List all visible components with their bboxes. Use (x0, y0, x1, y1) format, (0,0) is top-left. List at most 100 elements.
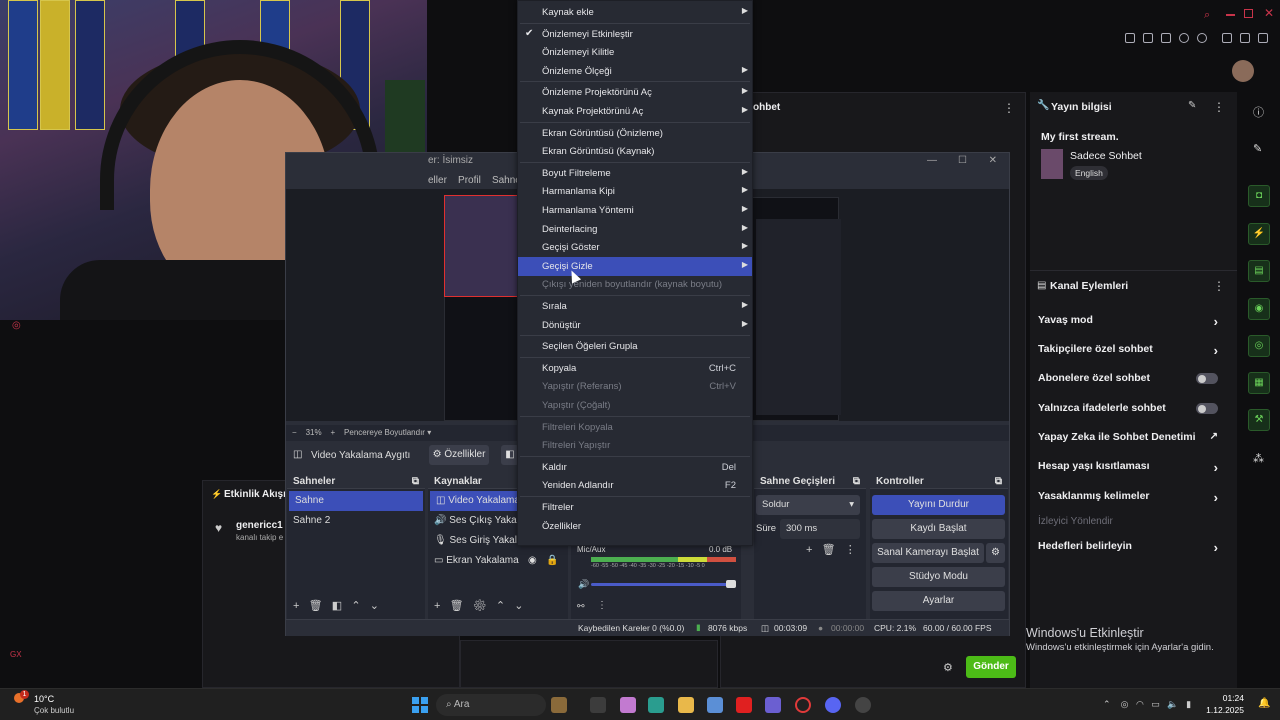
speaker-icon[interactable]: 🔈 (1167, 699, 1178, 709)
channel-action-followers[interactable]: Takipçilere özel sohbet › (1038, 343, 1228, 358)
link-icon[interactable]: ⚯ (577, 601, 585, 612)
play-icon[interactable] (1179, 33, 1189, 43)
context-menu-item[interactable]: ✔ Önizlemeyi Etkinleştir (518, 25, 752, 44)
lightning-icon[interactable]: ⚡ (1248, 223, 1270, 245)
add-icon[interactable]: + (293, 600, 299, 612)
context-menu-item[interactable]: Boyut Filtreleme ▶ (518, 164, 752, 183)
category-name[interactable]: Sadece Sohbet (1070, 150, 1142, 162)
shield-icon[interactable] (1161, 33, 1171, 43)
add-icon[interactable]: + (434, 600, 440, 612)
download-icon[interactable] (1240, 33, 1250, 43)
gx-icon[interactable]: GX (10, 650, 22, 659)
opera-icon[interactable] (795, 697, 811, 713)
more-icon[interactable]: ⋮ (1213, 279, 1225, 293)
store-icon[interactable] (707, 697, 723, 713)
zoom-out-button[interactable]: − (292, 428, 297, 437)
transition-select[interactable]: Soldur ▾ (756, 495, 860, 515)
weather-desc[interactable]: Çok bulutlu (34, 706, 74, 715)
close-icon[interactable]: ✕ (1264, 6, 1274, 20)
scene-item[interactable]: Sahne 2 (287, 511, 425, 531)
chat-icon[interactable]: ◉ (1248, 298, 1270, 320)
zoom-in-button[interactable]: + (330, 428, 335, 437)
context-menu-item[interactable]: Kopyala Ctrl+C (518, 359, 752, 378)
channel-action-banned-words[interactable]: Yasaklanmış kelimeler › (1038, 490, 1228, 505)
mod-tool-icon[interactable]: ◘ (1248, 185, 1270, 207)
bookmark-icon[interactable] (1125, 33, 1135, 43)
avatar[interactable] (1232, 60, 1254, 82)
close-icon[interactable]: ✕ (989, 155, 997, 166)
battery-icon[interactable]: ▮ (1186, 699, 1191, 709)
menu-item[interactable]: eller (428, 175, 447, 186)
search-icon[interactable]: ⌕ (1204, 9, 1210, 22)
fit-window-label[interactable]: Pencereye Boyutlandır (344, 428, 425, 437)
teams-icon[interactable] (765, 697, 781, 713)
maximize-icon[interactable] (1244, 9, 1253, 18)
pencil-icon[interactable]: ✎ (1253, 142, 1262, 155)
context-menu-item[interactable]: Yeniden Adlandır F2 (518, 476, 752, 495)
wrench-icon[interactable]: ⚒ (1248, 409, 1270, 431)
collection-icon[interactable] (1143, 33, 1153, 43)
more-icon[interactable]: ⋮ (1003, 101, 1015, 115)
start-button[interactable] (412, 697, 428, 713)
category-thumbnail[interactable] (1041, 149, 1063, 179)
source-item[interactable]: ▭ Ekran Yakalama ◉ 🔒 (428, 551, 568, 571)
weather-temp[interactable]: 10°C (34, 694, 54, 704)
more-icon[interactable]: ⋮ (597, 600, 607, 611)
widget-icon[interactable] (551, 697, 567, 713)
dock-options-icon[interactable]: ⧉ (995, 476, 1002, 487)
volume-slider[interactable] (591, 583, 736, 586)
send-button[interactable]: Gönder (966, 656, 1016, 678)
info-icon[interactable]: ⓘ (1253, 104, 1264, 120)
channel-action-slow-mode[interactable]: Yavaş mod › (1038, 314, 1228, 329)
context-menu-item[interactable]: Önizleme Projektörünü Aç ▶ (518, 83, 752, 102)
more-icon[interactable]: ⋮ (1213, 100, 1225, 114)
trash-icon[interactable]: 🗑 (822, 544, 836, 556)
stop-stream-button[interactable]: Yayını Durdur (872, 495, 1005, 515)
context-menu-item[interactable]: Harmanlama Yöntemi ▶ (518, 201, 752, 220)
context-menu-item[interactable]: Özellikler (518, 517, 752, 536)
eye-icon[interactable]: ◉ (528, 555, 537, 566)
network-icon[interactable]: ▭ (1151, 699, 1160, 709)
add-icon[interactable]: + (806, 544, 812, 556)
notification-icon[interactable]: 🔔 (1258, 698, 1270, 709)
context-menu-item[interactable]: Geçişi Göster ▶ (518, 238, 752, 257)
minimize-icon[interactable] (1226, 14, 1235, 16)
down-icon[interactable]: ⌄ (514, 600, 523, 612)
search-box[interactable]: ⌕ Ara (436, 694, 546, 716)
discord-icon[interactable] (825, 697, 841, 713)
context-menu-item[interactable]: Ekran Görüntüsü (Kaynak) (518, 142, 752, 161)
settings-button[interactable]: Ayarlar (872, 591, 1005, 611)
scene-item[interactable]: Sahne (289, 491, 423, 511)
file-explorer-icon[interactable] (678, 697, 694, 713)
minimize-icon[interactable]: — (927, 155, 937, 166)
stack-icon[interactable]: ▦ (1248, 372, 1270, 394)
up-icon[interactable]: ⌃ (496, 600, 505, 612)
more-icon[interactable]: ⋮ (845, 544, 856, 556)
edge-icon[interactable] (648, 697, 664, 713)
context-menu-item[interactable]: Kaynak Projektörünü Aç ▶ (518, 102, 752, 121)
context-menu-item[interactable]: Seçilen Öğeleri Grupla (518, 337, 752, 356)
list-icon[interactable]: ▤ (1248, 260, 1270, 282)
channel-action-goals[interactable]: Hedefleri belirleyin › (1038, 540, 1228, 555)
trash-icon[interactable]: 🗑 (450, 600, 464, 612)
activity-user[interactable]: genericc1 (236, 520, 283, 531)
speaker-icon[interactable]: 🔊 (578, 579, 589, 590)
edit-icon[interactable]: ✎ (1188, 100, 1196, 111)
filter-icon[interactable]: ◧ (332, 600, 342, 612)
context-menu-item[interactable]: Geçişi Gizle ▶ (518, 256, 752, 276)
context-menu-item[interactable]: Önizlemeyi Kilitle (518, 43, 752, 62)
menu-item[interactable]: Profil (458, 175, 481, 186)
toggle-switch[interactable] (1196, 373, 1218, 384)
chevron-down-icon[interactable]: ▾ (427, 428, 431, 437)
up-icon[interactable]: ⌃ (351, 600, 360, 612)
eye-icon[interactable]: ◎ (1121, 699, 1129, 709)
channel-action-emotes[interactable]: Yalnızca ifadelerle sohbet (1038, 402, 1228, 414)
trash-icon[interactable]: 🗑 (309, 600, 323, 612)
context-menu-item[interactable]: Dönüştür ▶ (518, 316, 752, 335)
virtual-camera-button[interactable]: Sanal Kamerayı Başlat (872, 543, 984, 563)
copilot-icon[interactable] (620, 697, 636, 713)
studio-mode-button[interactable]: Stüdyo Modu (872, 567, 1005, 587)
chevron-up-icon[interactable]: ⌃ (1103, 699, 1111, 709)
heart-icon[interactable] (1197, 33, 1207, 43)
youtube-icon[interactable] (736, 697, 752, 713)
